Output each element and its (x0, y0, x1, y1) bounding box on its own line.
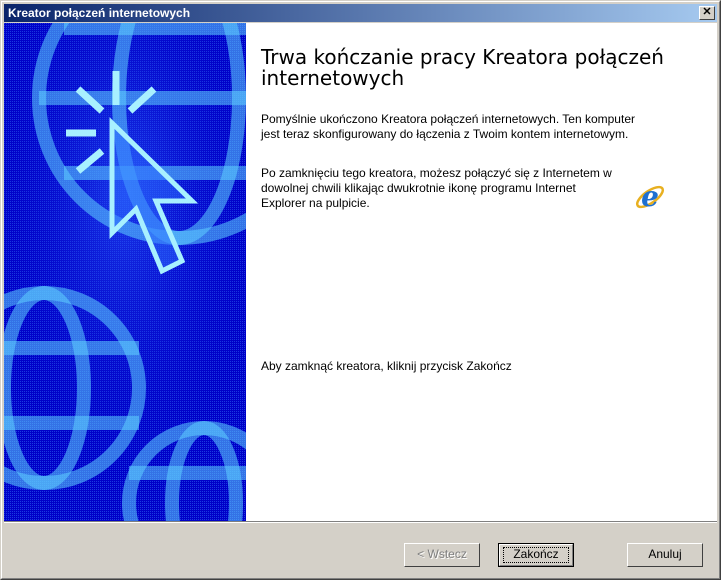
window-title: Kreator połączeń internetowych (8, 6, 191, 20)
page-title: Trwa kończanie pracy Kreatora połączeń i… (261, 45, 664, 90)
completion-message: Pomyślnie ukończono Kreatora połączeń in… (261, 112, 635, 141)
side-banner (4, 23, 246, 521)
close-icon: ✕ (702, 6, 712, 18)
svg-text:e: e (641, 181, 659, 213)
internet-explorer-hint: Po zamknięciu tego kreatora, możesz połą… (261, 166, 612, 210)
globe-cursor-illustration (4, 23, 246, 521)
internet-explorer-icon: e (634, 180, 666, 213)
finish-button[interactable]: Zakończ (498, 543, 574, 567)
button-separator (4, 521, 717, 523)
wizard-main-panel: Trwa kończanie pracy Kreatora połączeń i… (246, 23, 717, 521)
title-bar[interactable]: Kreator połączeń internetowych ✕ (4, 4, 717, 22)
cancel-button[interactable]: Anuluj (627, 543, 703, 567)
finish-instruction: Aby zamknąć kreatora, kliknij przycisk Z… (261, 359, 512, 373)
wizard-window: Kreator połączeń internetowych ✕ Trwa ko… (0, 0, 721, 580)
wizard-content: Trwa kończanie pracy Kreatora połączeń i… (4, 23, 717, 521)
close-button[interactable]: ✕ (699, 6, 715, 20)
back-button[interactable]: < Wstecz (404, 543, 480, 567)
